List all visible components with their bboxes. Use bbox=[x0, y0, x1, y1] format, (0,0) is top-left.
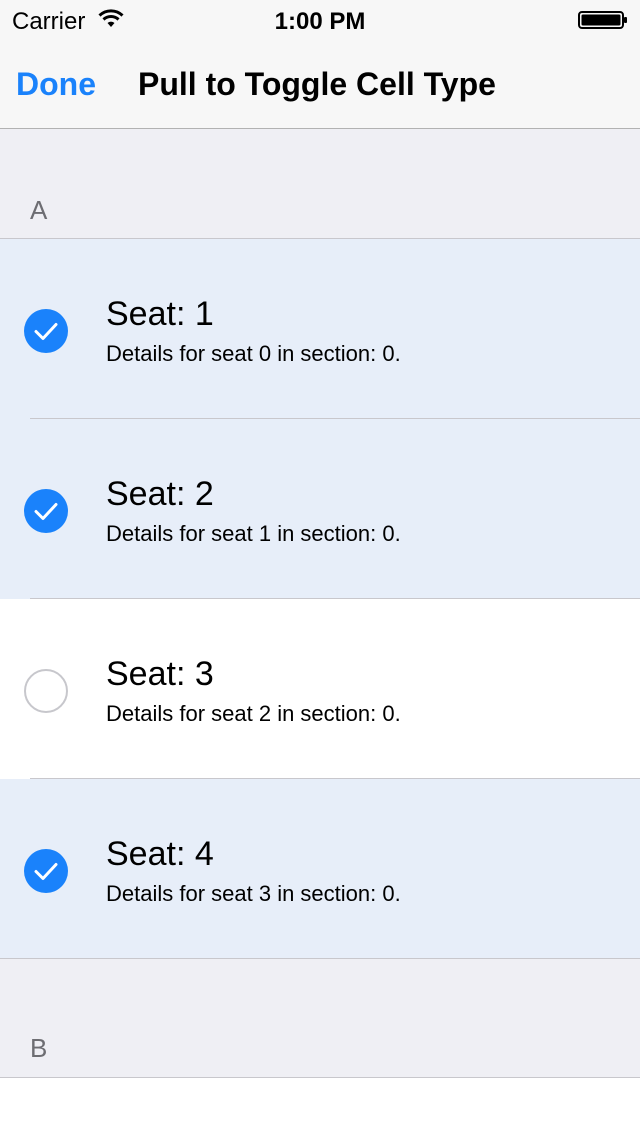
status-time: 1:00 PM bbox=[274, 8, 366, 35]
row-title: Seat: 3 bbox=[106, 655, 214, 693]
section-header-label: B bbox=[30, 1033, 48, 1063]
table-row-partial[interactable] bbox=[0, 1078, 640, 1136]
row-title: Seat: 1 bbox=[106, 295, 214, 333]
done-button[interactable]: Done bbox=[16, 66, 96, 103]
row-detail: Details for seat 0 in section: 0. bbox=[106, 341, 401, 366]
checkmark-icon[interactable] bbox=[24, 849, 68, 893]
table-row-seat-3[interactable]: Seat: 3 Details for seat 2 in section: 0… bbox=[0, 599, 640, 779]
table-row-seat-4[interactable]: Seat: 4 Details for seat 3 in section: 0… bbox=[0, 779, 640, 959]
section-header-label: A bbox=[30, 195, 48, 225]
row-title: Seat: 2 bbox=[106, 475, 214, 513]
nav-title: Pull to Toggle Cell Type bbox=[138, 66, 496, 102]
empty-circle-icon[interactable] bbox=[24, 669, 68, 713]
row-detail: Details for seat 1 in section: 0. bbox=[106, 521, 401, 546]
section-bottom-divider bbox=[0, 958, 640, 959]
checkmark-icon[interactable] bbox=[24, 309, 68, 353]
navigation-bar: Done Pull to Toggle Cell Type bbox=[0, 40, 640, 129]
row-detail: Details for seat 2 in section: 0. bbox=[106, 701, 401, 726]
battery-icon bbox=[578, 11, 627, 29]
table-row-seat-1[interactable]: Seat: 1 Details for seat 0 in section: 0… bbox=[0, 239, 640, 419]
table-row-seat-2[interactable]: Seat: 2 Details for seat 1 in section: 0… bbox=[0, 419, 640, 599]
checkmark-icon[interactable] bbox=[24, 489, 68, 533]
status-bar: Carrier 1:00 PM bbox=[0, 0, 640, 40]
row-title: Seat: 4 bbox=[106, 835, 214, 873]
row-detail: Details for seat 3 in section: 0. bbox=[106, 881, 401, 906]
